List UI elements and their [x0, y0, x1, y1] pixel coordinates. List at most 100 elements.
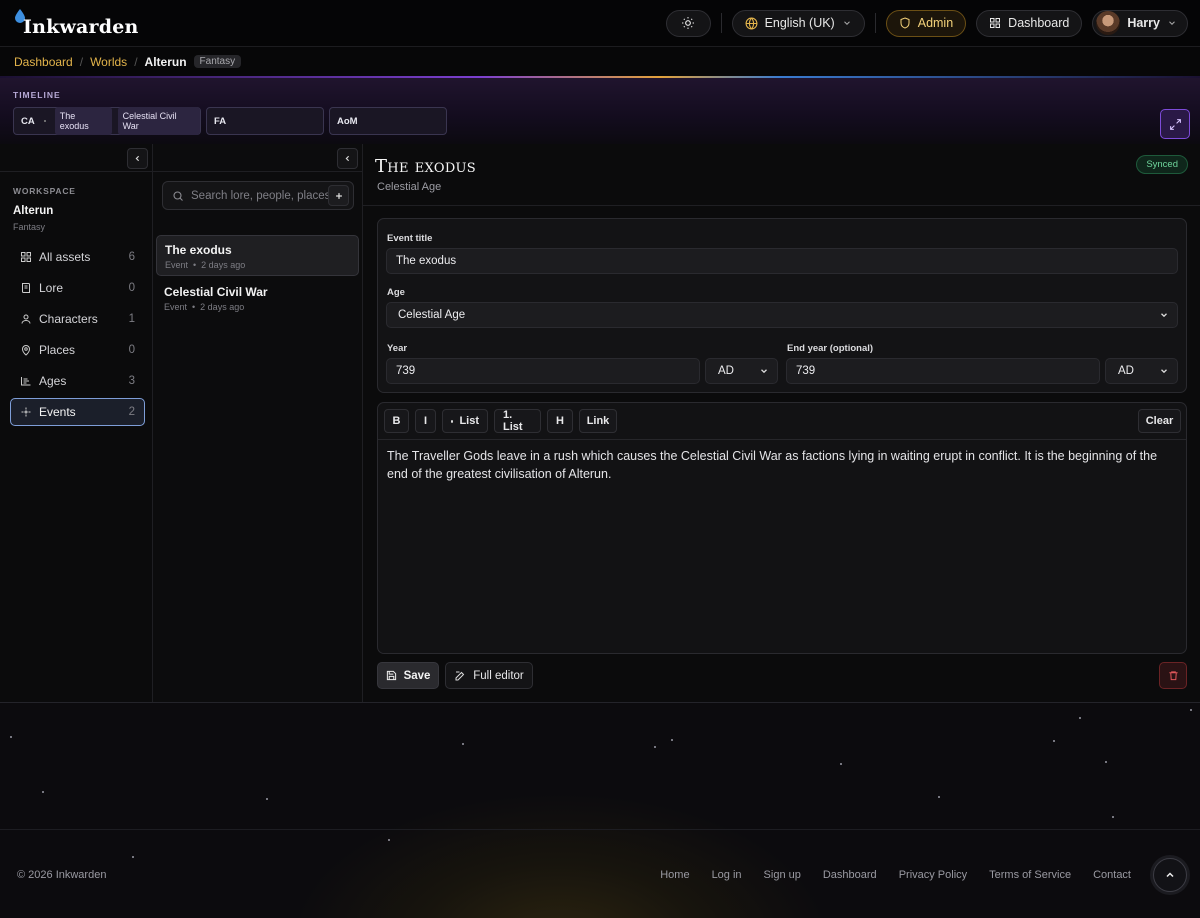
bullet-list-button[interactable]: List — [442, 409, 488, 433]
italic-button[interactable]: I — [415, 409, 436, 433]
footer-nav: Home Log in Sign up Dashboard Privacy Po… — [660, 869, 1131, 881]
footer-link-signup[interactable]: Sign up — [764, 869, 801, 881]
list-item-time: 2 days ago — [200, 302, 245, 312]
footer-link-dashboard[interactable]: Dashboard — [823, 869, 877, 881]
sidebar-item-places[interactable]: Places 0 — [10, 336, 145, 364]
language-label: English (UK) — [764, 16, 835, 30]
event-heading: The exodus — [375, 156, 477, 177]
timeline-event-chip[interactable]: The exodus — [54, 107, 112, 135]
heading-button[interactable]: H — [547, 409, 573, 433]
end-year-input[interactable]: 739 — [786, 358, 1100, 384]
year-input[interactable]: 739 — [386, 358, 700, 384]
sidebar-item-count: 0 — [128, 344, 135, 356]
year-era-select[interactable]: AD — [705, 358, 778, 384]
timeline-icon — [21, 377, 31, 386]
star-decoration — [388, 839, 390, 841]
clear-button[interactable]: Clear — [1138, 409, 1181, 433]
app-name: Inkwarden — [23, 15, 139, 38]
timeline-age-ca[interactable]: CA The exodus Celestial Civil War — [13, 107, 201, 135]
sidebar-item-events[interactable]: Events 2 — [10, 398, 145, 426]
breadcrumb-link-dashboard[interactable]: Dashboard — [14, 55, 73, 69]
sun-icon — [682, 17, 694, 29]
event-age: Celestial Age — [377, 181, 442, 193]
star-decoration — [1079, 717, 1081, 719]
search-input[interactable]: Search lore, people, places. — [162, 181, 354, 210]
scroll-to-top-button[interactable] — [1153, 858, 1187, 892]
save-button[interactable]: Save — [377, 662, 439, 689]
numbered-list-button[interactable]: 1. List — [494, 409, 541, 433]
theme-toggle-button[interactable] — [665, 9, 711, 37]
event-description[interactable]: The Traveller Gods leave in a rush which… — [387, 447, 1177, 483]
header-divider — [874, 13, 876, 33]
dashboard-button[interactable]: Dashboard — [976, 9, 1083, 37]
footer-link-terms[interactable]: Terms of Service — [989, 869, 1071, 881]
sidebar-item-count: 0 — [128, 282, 135, 294]
list-item-meta: Event • 2 days ago — [164, 302, 245, 312]
app-logo[interactable]: Inkwarden — [15, 8, 139, 38]
admin-button[interactable]: Admin — [885, 9, 967, 37]
star-decoration — [10, 736, 12, 738]
list-item-title: Celestial Civil War — [164, 285, 268, 299]
sidebar-item-lore[interactable]: Lore 0 — [10, 274, 145, 302]
sidebar-item-ages[interactable]: Ages 3 — [10, 367, 145, 395]
avatar — [1096, 11, 1121, 35]
collapse-sidebar-button[interactable] — [127, 148, 148, 169]
chevron-left-icon — [135, 155, 140, 162]
age-select[interactable]: Celestial Age — [386, 302, 1178, 328]
star-decoration — [938, 796, 940, 798]
list-item-meta: Event • 2 days ago — [165, 260, 246, 270]
top-bar: Inkwarden English (UK) Admin Dashboard H… — [0, 0, 1200, 47]
list-item[interactable]: The exodus Event • 2 days ago — [156, 235, 359, 276]
sidebar-item-label: Events — [39, 405, 76, 419]
age-abbr: FA — [214, 115, 227, 127]
footer-link-contact[interactable]: Contact — [1093, 869, 1131, 881]
copyright-text: © 2026 Inkwarden — [17, 869, 107, 881]
add-asset-button[interactable] — [328, 185, 349, 206]
edit-icon — [455, 671, 465, 680]
end-year-label: End year (optional) — [787, 343, 874, 354]
footer-link-login[interactable]: Log in — [712, 869, 742, 881]
event-title-input[interactable]: The exodus — [386, 248, 1178, 274]
save-icon — [386, 670, 396, 681]
user-menu-button[interactable]: Harry — [1092, 9, 1188, 37]
chevron-down-icon — [1161, 369, 1167, 374]
star-decoration — [1112, 816, 1114, 818]
year-label: Year — [387, 343, 408, 354]
age-separator-dot — [43, 120, 46, 122]
timeline-event-chip[interactable]: Celestial Civil War — [117, 107, 201, 135]
sidebar-item-count: 1 — [128, 313, 135, 325]
timeline-age-aom[interactable]: AoM — [329, 107, 447, 135]
sidebar-item-characters[interactable]: Characters 1 — [10, 305, 145, 333]
header-divider — [720, 13, 722, 33]
star-decoration — [462, 743, 464, 745]
breadcrumb-separator: / — [134, 54, 138, 69]
language-select[interactable]: English (UK) — [731, 9, 865, 37]
chevron-down-icon — [1161, 313, 1167, 318]
breadcrumb-separator: / — [79, 54, 84, 69]
list-item[interactable]: Celestial Civil War Event • 2 days ago — [156, 278, 359, 319]
sidebar-item-all-assets[interactable]: All assets 6 — [10, 243, 145, 271]
bullet-icon — [451, 419, 454, 423]
star-decoration — [654, 746, 656, 748]
sidebar-header — [0, 144, 152, 172]
sidebar-nav: All assets 6 Lore 0 Characters 1 Places … — [10, 243, 145, 429]
footer-link-home[interactable]: Home — [660, 869, 689, 881]
collapse-list-button[interactable] — [337, 148, 358, 169]
workspace-name: Alterun — [13, 205, 54, 217]
grid-icon — [990, 18, 1001, 28]
link-button[interactable]: Link — [579, 409, 617, 433]
star-decoration — [132, 856, 134, 858]
timeline-label: TIMELINE — [13, 90, 61, 100]
bold-button[interactable]: B — [384, 409, 409, 433]
breadcrumb-link-worlds[interactable]: Worlds — [90, 55, 127, 69]
footer-link-privacy[interactable]: Privacy Policy — [899, 869, 967, 881]
timeline-age-fa[interactable]: FA — [206, 107, 324, 135]
expand-timeline-button[interactable] — [1160, 109, 1190, 139]
workspace-genre: Fantasy — [13, 222, 46, 232]
workspace-section-label: WORKSPACE — [13, 186, 76, 196]
age-abbr: AoM — [337, 115, 358, 127]
full-editor-button[interactable]: Full editor — [445, 662, 533, 689]
delete-button[interactable] — [1159, 662, 1187, 689]
end-year-era-select[interactable]: AD — [1105, 358, 1178, 384]
person-icon — [21, 314, 31, 324]
